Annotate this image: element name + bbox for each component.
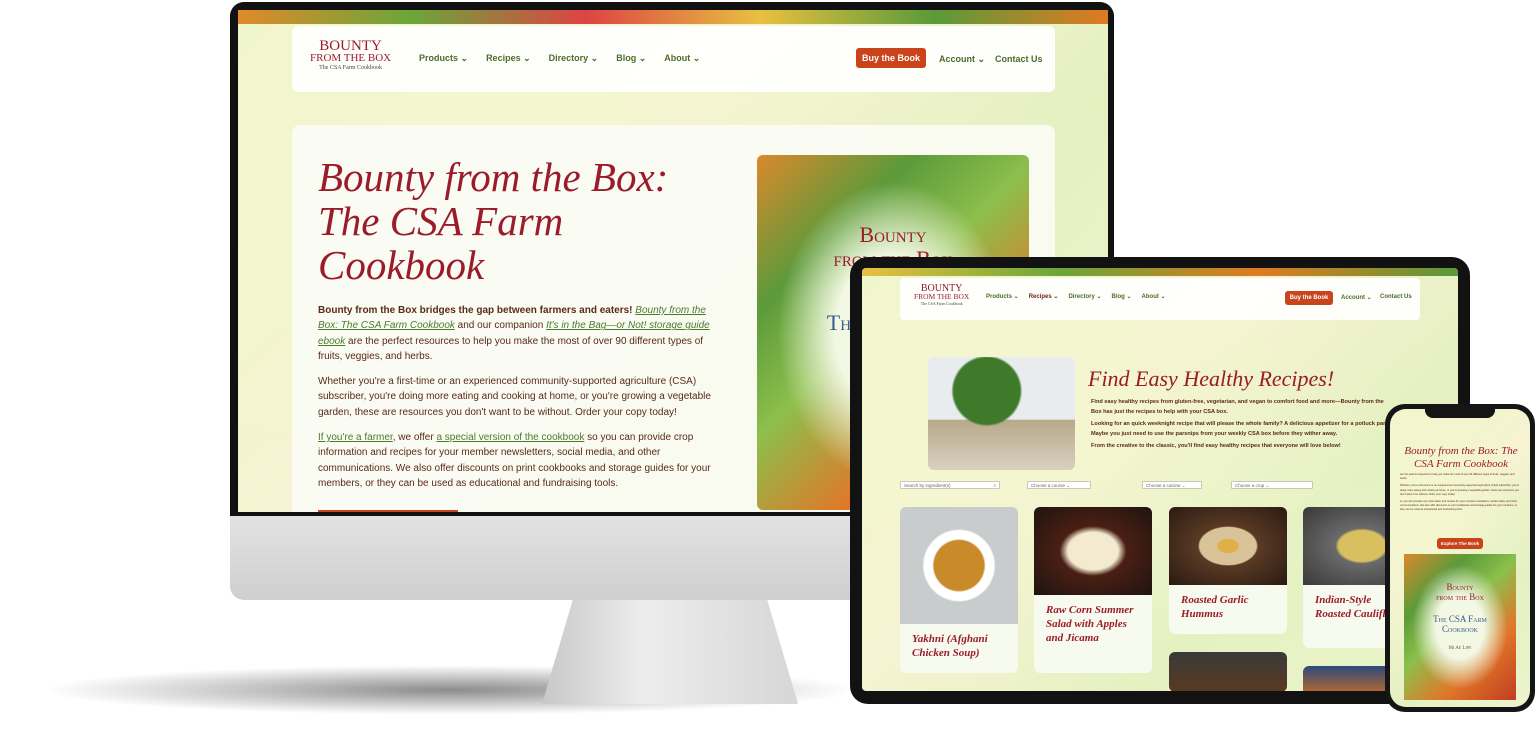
tablet-nav-products[interactable]: Products ⌄ (986, 293, 1019, 300)
explore-button-edge[interactable] (318, 510, 458, 512)
nav-directory[interactable]: Directory ⌄ (549, 53, 599, 64)
farmer-link[interactable]: If you're a farmer (318, 432, 393, 443)
recipe-image (1034, 507, 1152, 595)
nav-products[interactable]: Products ⌄ (419, 53, 468, 64)
tablet-nav-about[interactable]: About ⌄ (1142, 293, 1166, 300)
tablet-buy-button[interactable]: Buy the Book (1285, 291, 1333, 305)
phone-book-cover: Bounty from the Box The CSA Farm Cookbook… (1404, 554, 1516, 700)
tablet-nav-contact[interactable]: Contact Us (1380, 294, 1412, 300)
tablet-logo[interactable]: BOUNTY FROM THE BOX The CSA Farm Cookboo… (914, 284, 969, 307)
recipe-image (900, 507, 1018, 624)
recipe-card-partial[interactable] (1169, 652, 1287, 691)
search-icon: ⌕ (993, 483, 996, 488)
nav-blog[interactable]: Blog ⌄ (616, 53, 646, 64)
phone-notch (1425, 409, 1495, 418)
nav-account[interactable]: Account ⌄ (939, 54, 985, 65)
phone-screen: Bounty from the Box: The CSA Farm Cookbo… (1390, 409, 1530, 707)
phone: Bounty from the Box: The CSA Farm Cookbo… (1385, 404, 1535, 712)
tablet: BOUNTY FROM THE BOX The CSA Farm Cookboo… (850, 257, 1470, 704)
main-nav: Products ⌄ Recipes ⌄ Directory ⌄ Blog ⌄ … (419, 53, 718, 64)
tablet-header: BOUNTY FROM THE BOX The CSA Farm Cookboo… (900, 278, 1420, 320)
herb-garden-image (928, 357, 1075, 470)
ingredient-search-input[interactable]: Search by ingredient(s) ⌕ (900, 481, 1000, 489)
nav-recipes[interactable]: Recipes ⌄ (486, 53, 531, 64)
recipe-card[interactable]: Roasted Garlic Hummus (1169, 507, 1287, 634)
tablet-screen: BOUNTY FROM THE BOX The CSA Farm Cookboo… (862, 268, 1458, 691)
intro-text: Bounty from the Box bridges the gap betw… (318, 303, 728, 491)
page-title: Bounty from the Box: The CSA Farm Cookbo… (318, 154, 669, 288)
recipes-title: Find Easy Healthy Recipes! (1088, 366, 1335, 391)
intro-paragraph: Bounty from the Box bridges the gap betw… (318, 305, 710, 362)
recipe-image (1169, 507, 1287, 585)
tablet-nav-recipes[interactable]: Recipes ⌄ (1029, 293, 1059, 300)
recipe-card[interactable]: Raw Corn Summer Salad with Apples and Ji… (1034, 507, 1152, 673)
course-select[interactable]: Choose a course ⌄ (1027, 481, 1091, 489)
csa-paragraph: Whether you're a first-time or an experi… (318, 376, 711, 418)
buy-book-button[interactable]: Buy the Book (856, 48, 926, 68)
tablet-nav-blog[interactable]: Blog ⌄ (1111, 293, 1131, 300)
special-version-link[interactable]: a special version of the cookbook (436, 432, 584, 443)
recipes-intro: Find easy healthy recipes from gluten-fr… (1091, 399, 1394, 449)
monitor-stand (542, 600, 798, 704)
nav-contact[interactable]: Contact Us (995, 54, 1043, 64)
recipe-card[interactable]: Yakhni (Afghani Chicken Soup) (900, 507, 1018, 673)
site-header: BOUNTY FROM THE BOX The CSA Farm Cookboo… (292, 26, 1055, 92)
tablet-nav: Products ⌄ Recipes ⌄ Directory ⌄ Blog ⌄ … (986, 293, 1184, 300)
tablet-nav-account[interactable]: Account ⌄ (1341, 294, 1372, 301)
explore-book-button[interactable]: Explore The Book (1437, 538, 1483, 549)
phone-intro: are the perfect resources to help you ma… (1400, 473, 1520, 512)
cuisine-select[interactable]: Choose a cuisine ⌄ (1142, 481, 1202, 489)
crop-select[interactable]: Choose a crop ⌄ (1231, 481, 1313, 489)
logo[interactable]: BOUNTY FROM THE BOX The CSA Farm Cookboo… (310, 39, 391, 72)
tablet-nav-directory[interactable]: Directory ⌄ (1068, 293, 1101, 300)
nav-about[interactable]: About ⌄ (664, 53, 700, 64)
phone-title: Bounty from the Box: The CSA Farm Cookbo… (1404, 445, 1518, 470)
farmer-paragraph: If you're a farmer, we offer a special v… (318, 432, 711, 489)
